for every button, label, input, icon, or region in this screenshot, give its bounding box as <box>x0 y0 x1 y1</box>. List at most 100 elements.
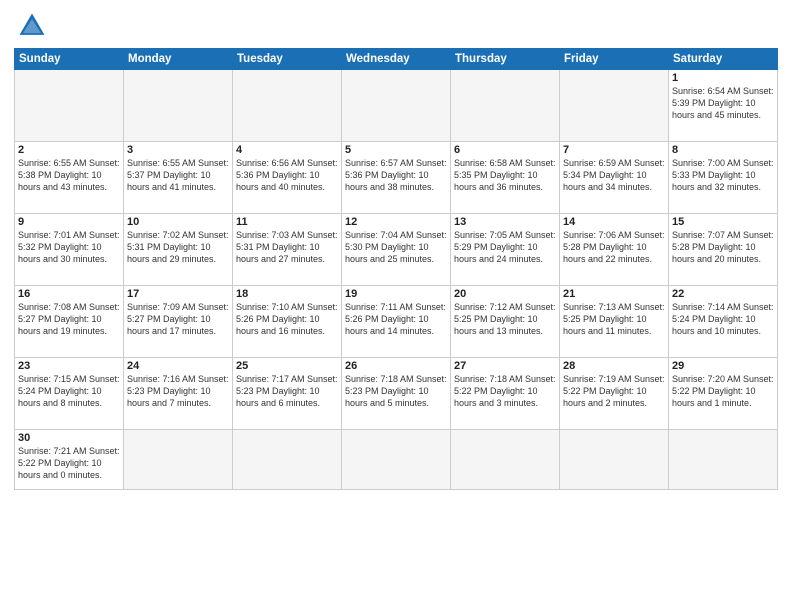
calendar-cell: 19Sunrise: 7:11 AM Sunset: 5:26 PM Dayli… <box>342 286 451 358</box>
day-number: 13 <box>454 216 556 228</box>
calendar-cell: 14Sunrise: 7:06 AM Sunset: 5:28 PM Dayli… <box>560 214 669 286</box>
day-info: Sunrise: 7:18 AM Sunset: 5:22 PM Dayligh… <box>454 373 556 409</box>
day-number: 11 <box>236 216 338 228</box>
page: SundayMondayTuesdayWednesdayThursdayFrid… <box>0 0 792 612</box>
calendar-cell: 22Sunrise: 7:14 AM Sunset: 5:24 PM Dayli… <box>669 286 778 358</box>
calendar-cell <box>233 430 342 490</box>
week-row-4: 16Sunrise: 7:08 AM Sunset: 5:27 PM Dayli… <box>15 286 778 358</box>
day-info: Sunrise: 6:54 AM Sunset: 5:39 PM Dayligh… <box>672 85 774 121</box>
day-info: Sunrise: 7:10 AM Sunset: 5:26 PM Dayligh… <box>236 301 338 337</box>
calendar-cell: 30Sunrise: 7:21 AM Sunset: 5:22 PM Dayli… <box>15 430 124 490</box>
weekday-header-friday: Friday <box>560 49 669 70</box>
day-info: Sunrise: 7:20 AM Sunset: 5:22 PM Dayligh… <box>672 373 774 409</box>
logo-icon <box>16 10 48 42</box>
calendar-cell <box>15 70 124 142</box>
calendar-cell: 26Sunrise: 7:18 AM Sunset: 5:23 PM Dayli… <box>342 358 451 430</box>
calendar-cell: 3Sunrise: 6:55 AM Sunset: 5:37 PM Daylig… <box>124 142 233 214</box>
calendar-cell: 28Sunrise: 7:19 AM Sunset: 5:22 PM Dayli… <box>560 358 669 430</box>
day-info: Sunrise: 6:59 AM Sunset: 5:34 PM Dayligh… <box>563 157 665 193</box>
calendar-cell <box>560 430 669 490</box>
weekday-header-thursday: Thursday <box>451 49 560 70</box>
day-info: Sunrise: 7:08 AM Sunset: 5:27 PM Dayligh… <box>18 301 120 337</box>
day-info: Sunrise: 7:19 AM Sunset: 5:22 PM Dayligh… <box>563 373 665 409</box>
day-number: 3 <box>127 144 229 156</box>
calendar-cell: 29Sunrise: 7:20 AM Sunset: 5:22 PM Dayli… <box>669 358 778 430</box>
day-number: 10 <box>127 216 229 228</box>
calendar-cell <box>342 430 451 490</box>
calendar-cell: 16Sunrise: 7:08 AM Sunset: 5:27 PM Dayli… <box>15 286 124 358</box>
week-row-3: 9Sunrise: 7:01 AM Sunset: 5:32 PM Daylig… <box>15 214 778 286</box>
calendar-cell: 11Sunrise: 7:03 AM Sunset: 5:31 PM Dayli… <box>233 214 342 286</box>
calendar-cell <box>560 70 669 142</box>
day-info: Sunrise: 7:17 AM Sunset: 5:23 PM Dayligh… <box>236 373 338 409</box>
calendar-cell <box>451 430 560 490</box>
calendar-cell: 15Sunrise: 7:07 AM Sunset: 5:28 PM Dayli… <box>669 214 778 286</box>
day-number: 7 <box>563 144 665 156</box>
day-number: 21 <box>563 288 665 300</box>
day-number: 16 <box>18 288 120 300</box>
calendar-cell: 27Sunrise: 7:18 AM Sunset: 5:22 PM Dayli… <box>451 358 560 430</box>
day-number: 25 <box>236 360 338 372</box>
day-info: Sunrise: 7:18 AM Sunset: 5:23 PM Dayligh… <box>345 373 447 409</box>
weekday-header-monday: Monday <box>124 49 233 70</box>
day-number: 30 <box>18 432 120 444</box>
calendar-cell: 8Sunrise: 7:00 AM Sunset: 5:33 PM Daylig… <box>669 142 778 214</box>
header <box>14 10 778 42</box>
calendar-cell: 24Sunrise: 7:16 AM Sunset: 5:23 PM Dayli… <box>124 358 233 430</box>
calendar-table: SundayMondayTuesdayWednesdayThursdayFrid… <box>14 48 778 490</box>
day-number: 22 <box>672 288 774 300</box>
weekday-header-wednesday: Wednesday <box>342 49 451 70</box>
day-number: 14 <box>563 216 665 228</box>
day-info: Sunrise: 7:14 AM Sunset: 5:24 PM Dayligh… <box>672 301 774 337</box>
day-info: Sunrise: 7:03 AM Sunset: 5:31 PM Dayligh… <box>236 229 338 265</box>
day-info: Sunrise: 6:58 AM Sunset: 5:35 PM Dayligh… <box>454 157 556 193</box>
day-number: 26 <box>345 360 447 372</box>
calendar-cell: 20Sunrise: 7:12 AM Sunset: 5:25 PM Dayli… <box>451 286 560 358</box>
calendar-cell <box>124 430 233 490</box>
day-number: 9 <box>18 216 120 228</box>
weekday-header-saturday: Saturday <box>669 49 778 70</box>
day-number: 20 <box>454 288 556 300</box>
day-info: Sunrise: 7:09 AM Sunset: 5:27 PM Dayligh… <box>127 301 229 337</box>
day-number: 29 <box>672 360 774 372</box>
day-info: Sunrise: 7:12 AM Sunset: 5:25 PM Dayligh… <box>454 301 556 337</box>
calendar-cell: 21Sunrise: 7:13 AM Sunset: 5:25 PM Dayli… <box>560 286 669 358</box>
day-number: 24 <box>127 360 229 372</box>
day-info: Sunrise: 6:57 AM Sunset: 5:36 PM Dayligh… <box>345 157 447 193</box>
day-info: Sunrise: 7:21 AM Sunset: 5:22 PM Dayligh… <box>18 445 120 481</box>
calendar-cell: 6Sunrise: 6:58 AM Sunset: 5:35 PM Daylig… <box>451 142 560 214</box>
day-number: 12 <box>345 216 447 228</box>
day-info: Sunrise: 6:55 AM Sunset: 5:37 PM Dayligh… <box>127 157 229 193</box>
calendar-cell <box>669 430 778 490</box>
calendar-cell: 13Sunrise: 7:05 AM Sunset: 5:29 PM Dayli… <box>451 214 560 286</box>
day-info: Sunrise: 7:04 AM Sunset: 5:30 PM Dayligh… <box>345 229 447 265</box>
day-info: Sunrise: 7:02 AM Sunset: 5:31 PM Dayligh… <box>127 229 229 265</box>
day-number: 17 <box>127 288 229 300</box>
calendar-cell: 10Sunrise: 7:02 AM Sunset: 5:31 PM Dayli… <box>124 214 233 286</box>
calendar-cell <box>451 70 560 142</box>
day-number: 27 <box>454 360 556 372</box>
day-info: Sunrise: 7:11 AM Sunset: 5:26 PM Dayligh… <box>345 301 447 337</box>
day-number: 4 <box>236 144 338 156</box>
calendar-cell: 1Sunrise: 6:54 AM Sunset: 5:39 PM Daylig… <box>669 70 778 142</box>
calendar-cell: 7Sunrise: 6:59 AM Sunset: 5:34 PM Daylig… <box>560 142 669 214</box>
calendar-cell <box>124 70 233 142</box>
calendar-cell: 5Sunrise: 6:57 AM Sunset: 5:36 PM Daylig… <box>342 142 451 214</box>
week-row-2: 2Sunrise: 6:55 AM Sunset: 5:38 PM Daylig… <box>15 142 778 214</box>
calendar-cell <box>233 70 342 142</box>
calendar-cell: 18Sunrise: 7:10 AM Sunset: 5:26 PM Dayli… <box>233 286 342 358</box>
day-number: 6 <box>454 144 556 156</box>
calendar-cell: 25Sunrise: 7:17 AM Sunset: 5:23 PM Dayli… <box>233 358 342 430</box>
logo <box>14 10 48 42</box>
day-info: Sunrise: 6:55 AM Sunset: 5:38 PM Dayligh… <box>18 157 120 193</box>
week-row-1: 1Sunrise: 6:54 AM Sunset: 5:39 PM Daylig… <box>15 70 778 142</box>
day-info: Sunrise: 7:01 AM Sunset: 5:32 PM Dayligh… <box>18 229 120 265</box>
calendar-cell: 4Sunrise: 6:56 AM Sunset: 5:36 PM Daylig… <box>233 142 342 214</box>
day-info: Sunrise: 7:05 AM Sunset: 5:29 PM Dayligh… <box>454 229 556 265</box>
calendar-cell: 17Sunrise: 7:09 AM Sunset: 5:27 PM Dayli… <box>124 286 233 358</box>
day-info: Sunrise: 7:06 AM Sunset: 5:28 PM Dayligh… <box>563 229 665 265</box>
weekday-header-row: SundayMondayTuesdayWednesdayThursdayFrid… <box>15 49 778 70</box>
calendar-cell <box>342 70 451 142</box>
day-number: 23 <box>18 360 120 372</box>
day-number: 1 <box>672 72 774 84</box>
